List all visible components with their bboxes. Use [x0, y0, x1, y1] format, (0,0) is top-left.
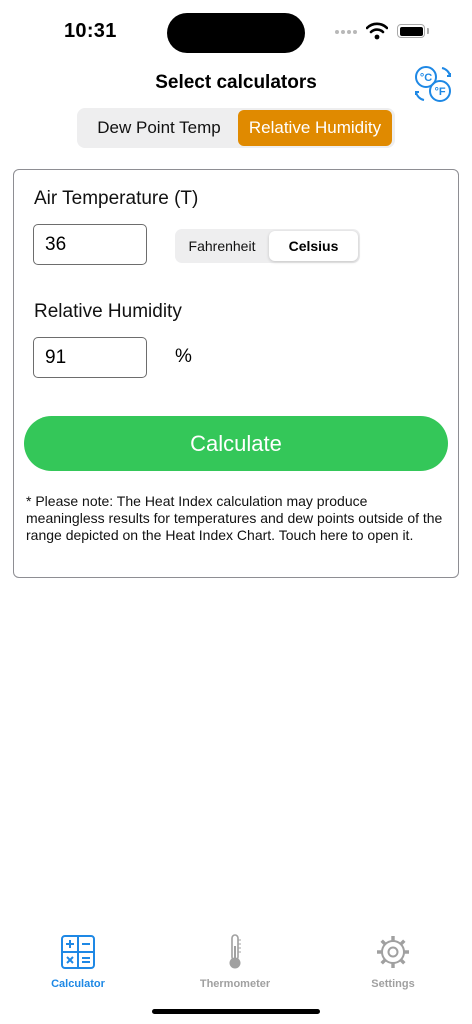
unit-convert-icon[interactable]: °C °F — [413, 65, 453, 103]
page-title: Select calculators — [155, 72, 317, 93]
cellular-signal-icon — [335, 30, 357, 34]
tab-dew-point-temp[interactable]: Dew Point Temp — [81, 110, 237, 146]
air-temperature-input[interactable]: 36 — [33, 224, 147, 265]
svg-text:°F: °F — [434, 86, 445, 98]
tab-thermometer[interactable]: Thermometer — [185, 934, 285, 990]
gear-icon — [377, 936, 409, 968]
tab-settings[interactable]: Settings — [343, 934, 443, 990]
calculator-selector: Dew Point Temp Relative Humidity — [77, 108, 395, 148]
home-indicator — [152, 1009, 320, 1014]
tab-settings-label: Settings — [371, 978, 415, 990]
temperature-unit-selector: Fahrenheit Celsius — [175, 229, 360, 263]
relative-humidity-label: Relative Humidity — [34, 301, 182, 322]
relative-humidity-input[interactable]: 91 — [33, 337, 147, 378]
battery-icon — [397, 24, 425, 38]
calculator-card: Air Temperature (T) 36 Fahrenheit Celsiu… — [13, 169, 459, 578]
battery-tip — [427, 28, 429, 34]
thermometer-icon — [229, 934, 241, 969]
unit-celsius[interactable]: Celsius — [269, 231, 358, 261]
unit-fahrenheit[interactable]: Fahrenheit — [177, 231, 267, 261]
tab-relative-humidity[interactable]: Relative Humidity — [238, 110, 392, 146]
dynamic-island — [167, 13, 305, 53]
air-temperature-label: Air Temperature (T) — [34, 188, 199, 209]
percent-unit: % — [175, 346, 192, 367]
wifi-icon — [366, 22, 388, 40]
calculate-button[interactable]: Calculate — [24, 416, 448, 471]
heat-index-note-link[interactable]: * Please note: The Heat Index calculatio… — [26, 493, 446, 544]
tab-thermometer-label: Thermometer — [199, 978, 271, 990]
svg-text:°C: °C — [420, 72, 432, 84]
status-time: 10:31 — [64, 20, 117, 42]
tab-calculator[interactable]: Calculator — [28, 934, 128, 990]
calculator-icon — [61, 935, 95, 969]
tab-calculator-label: Calculator — [51, 978, 105, 990]
